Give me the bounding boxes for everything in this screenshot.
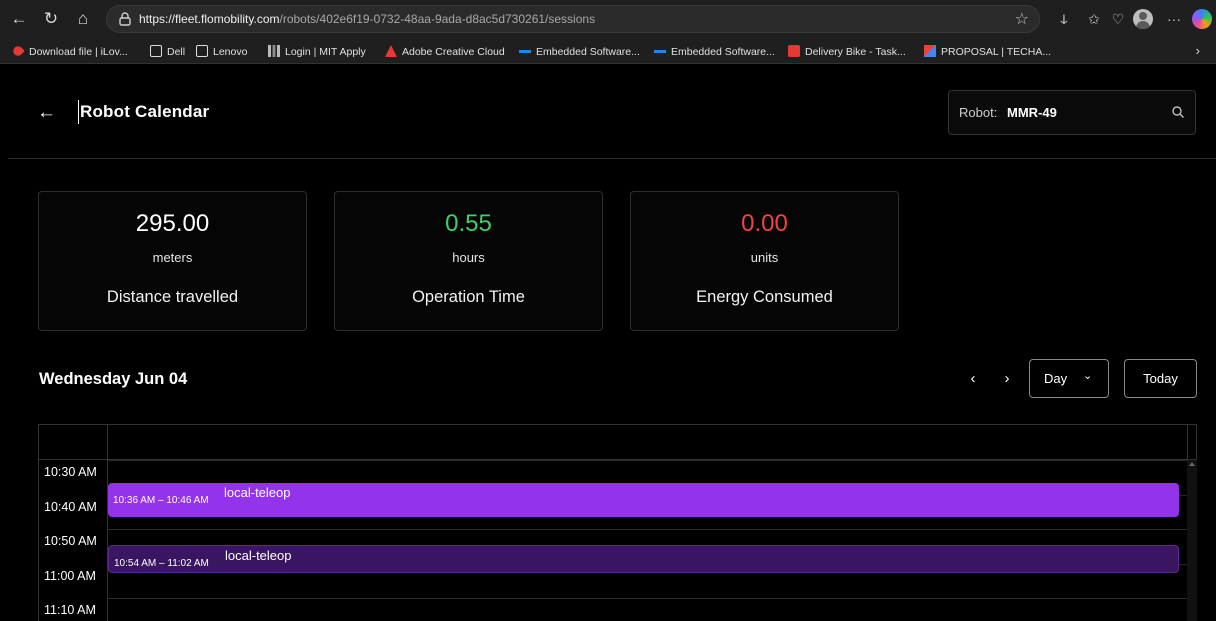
heart-icon xyxy=(11,44,25,58)
robot-search-value: MMR-49 xyxy=(1007,105,1057,120)
bookmark-item[interactable]: Dell xyxy=(150,44,185,60)
stat-unit: hours xyxy=(452,250,485,265)
address-bar[interactable]: https://fleet.flomobility.com/robots/402… xyxy=(106,5,1040,33)
text-cursor xyxy=(78,100,79,124)
copilot-icon[interactable] xyxy=(1192,9,1212,29)
folder-icon xyxy=(196,45,208,57)
grid-line xyxy=(108,598,1187,599)
url-text: https://fleet.flomobility.com/robots/402… xyxy=(139,12,596,26)
chevron-down-icon: ⌄ xyxy=(1083,370,1093,382)
home-icon[interactable]: ⌂ xyxy=(72,8,94,30)
view-mode-select[interactable]: Day ⌄ xyxy=(1029,359,1109,398)
browser-toolbar: ← ↻ ⌂ https://fleet.flomobility.com/robo… xyxy=(0,0,1216,39)
time-slot-label: 11:00 AM xyxy=(44,569,96,583)
favorite-star-icon[interactable]: ☆ xyxy=(1015,9,1029,29)
all-day-gutter xyxy=(39,425,108,460)
bookmark-item[interactable]: PROPOSAL | TECHA... xyxy=(924,44,1051,60)
stat-label: Energy Consumed xyxy=(696,288,833,306)
all-day-divider xyxy=(1187,425,1188,460)
search-icon[interactable] xyxy=(1171,105,1185,119)
lock-icon xyxy=(119,12,131,26)
day-calendar: 10:30 AM 10:40 AM 10:50 AM 11:00 AM 11:1… xyxy=(38,424,1197,621)
page-title: Robot Calendar xyxy=(80,102,210,121)
bookmark-item[interactable]: Download file | iLov... xyxy=(11,44,128,60)
stat-unit: units xyxy=(750,250,779,265)
mit-logo-icon xyxy=(268,45,280,57)
next-day-chevron-icon[interactable]: › xyxy=(1000,370,1014,387)
stat-value: 0.00 xyxy=(741,210,788,237)
stat-card-energy: 0.00 units Energy Consumed xyxy=(630,191,899,331)
profile-avatar-icon[interactable] xyxy=(1133,9,1153,29)
bookmark-item[interactable]: Embedded Software... xyxy=(654,44,775,60)
event-title: local-teleop xyxy=(224,485,291,500)
gmail-icon xyxy=(924,45,936,57)
bookmark-item[interactable]: Embedded Software... xyxy=(519,44,640,60)
back-arrow-icon[interactable]: ← xyxy=(37,102,56,124)
site-icon xyxy=(654,50,666,53)
site-icon xyxy=(788,45,800,57)
bookmark-item[interactable]: Lenovo xyxy=(196,44,247,60)
view-mode-value: Day xyxy=(1044,371,1068,386)
grid-line xyxy=(108,529,1187,530)
favorites-icon[interactable]: ✩ xyxy=(1084,9,1104,29)
site-icon xyxy=(519,50,531,53)
time-slot-label: 10:30 AM xyxy=(44,465,97,479)
event-title: local-teleop xyxy=(225,548,292,563)
more-menu-icon[interactable]: ··· xyxy=(1164,9,1184,29)
robot-search-input[interactable]: Robot: MMR-49 xyxy=(948,90,1196,135)
stat-card-distance: 295.00 meters Distance travelled xyxy=(38,191,307,331)
bookmark-item[interactable]: Delivery Bike - Task... xyxy=(788,44,906,60)
bookmark-item[interactable]: Adobe Creative Cloud xyxy=(385,44,505,60)
grid-line xyxy=(108,460,1187,461)
robot-search-label: Robot: xyxy=(959,105,998,120)
event-time: 10:54 AM – 11:02 AM xyxy=(114,558,209,569)
calendar-event[interactable]: 10:54 AM – 11:02 AM local-teleop xyxy=(108,545,1179,573)
time-slot-label: 11:10 AM xyxy=(44,603,96,617)
stat-card-operation-time: 0.55 hours Operation Time xyxy=(334,191,603,331)
bookmarks-bar: Download file | iLov... Dell Lenovo Logi… xyxy=(0,39,1216,64)
back-arrow-icon[interactable]: ← xyxy=(8,8,30,30)
all-day-row[interactable] xyxy=(39,425,1196,460)
previous-day-chevron-icon[interactable]: ‹ xyxy=(966,370,980,387)
stat-unit: meters xyxy=(152,250,193,265)
time-gutter: 10:30 AM 10:40 AM 10:50 AM 11:00 AM 11:1… xyxy=(39,460,108,621)
scroll-up-arrow-icon[interactable] xyxy=(1189,462,1195,466)
adobe-logo-icon xyxy=(385,45,397,57)
extension-icon[interactable]: ↆ xyxy=(1054,9,1074,29)
calendar-scrollbar[interactable] xyxy=(1187,460,1197,621)
app-header: ← Robot Calendar Robot: MMR-49 xyxy=(8,64,1216,159)
calendar-date-title: Wednesday Jun 04 xyxy=(39,370,188,388)
event-time: 10:36 AM – 10:46 AM xyxy=(113,495,209,506)
refresh-icon[interactable]: ↻ xyxy=(40,8,62,30)
stat-label: Operation Time xyxy=(412,288,525,306)
browser-essentials-icon[interactable]: ♡ xyxy=(1108,9,1128,29)
stat-value: 0.55 xyxy=(445,210,492,237)
calendar-event[interactable]: 10:36 AM – 10:46 AM local-teleop xyxy=(108,483,1179,517)
time-slot-label: 10:50 AM xyxy=(44,534,97,548)
folder-icon xyxy=(150,45,162,57)
bookmarks-overflow-chevron-icon[interactable]: › xyxy=(1196,43,1200,58)
stat-value: 295.00 xyxy=(135,210,210,237)
bookmark-item[interactable]: Login | MIT Apply xyxy=(268,44,366,60)
time-slot-label: 10:40 AM xyxy=(44,500,97,514)
today-button[interactable]: Today xyxy=(1124,359,1197,398)
stat-label: Distance travelled xyxy=(106,288,239,306)
